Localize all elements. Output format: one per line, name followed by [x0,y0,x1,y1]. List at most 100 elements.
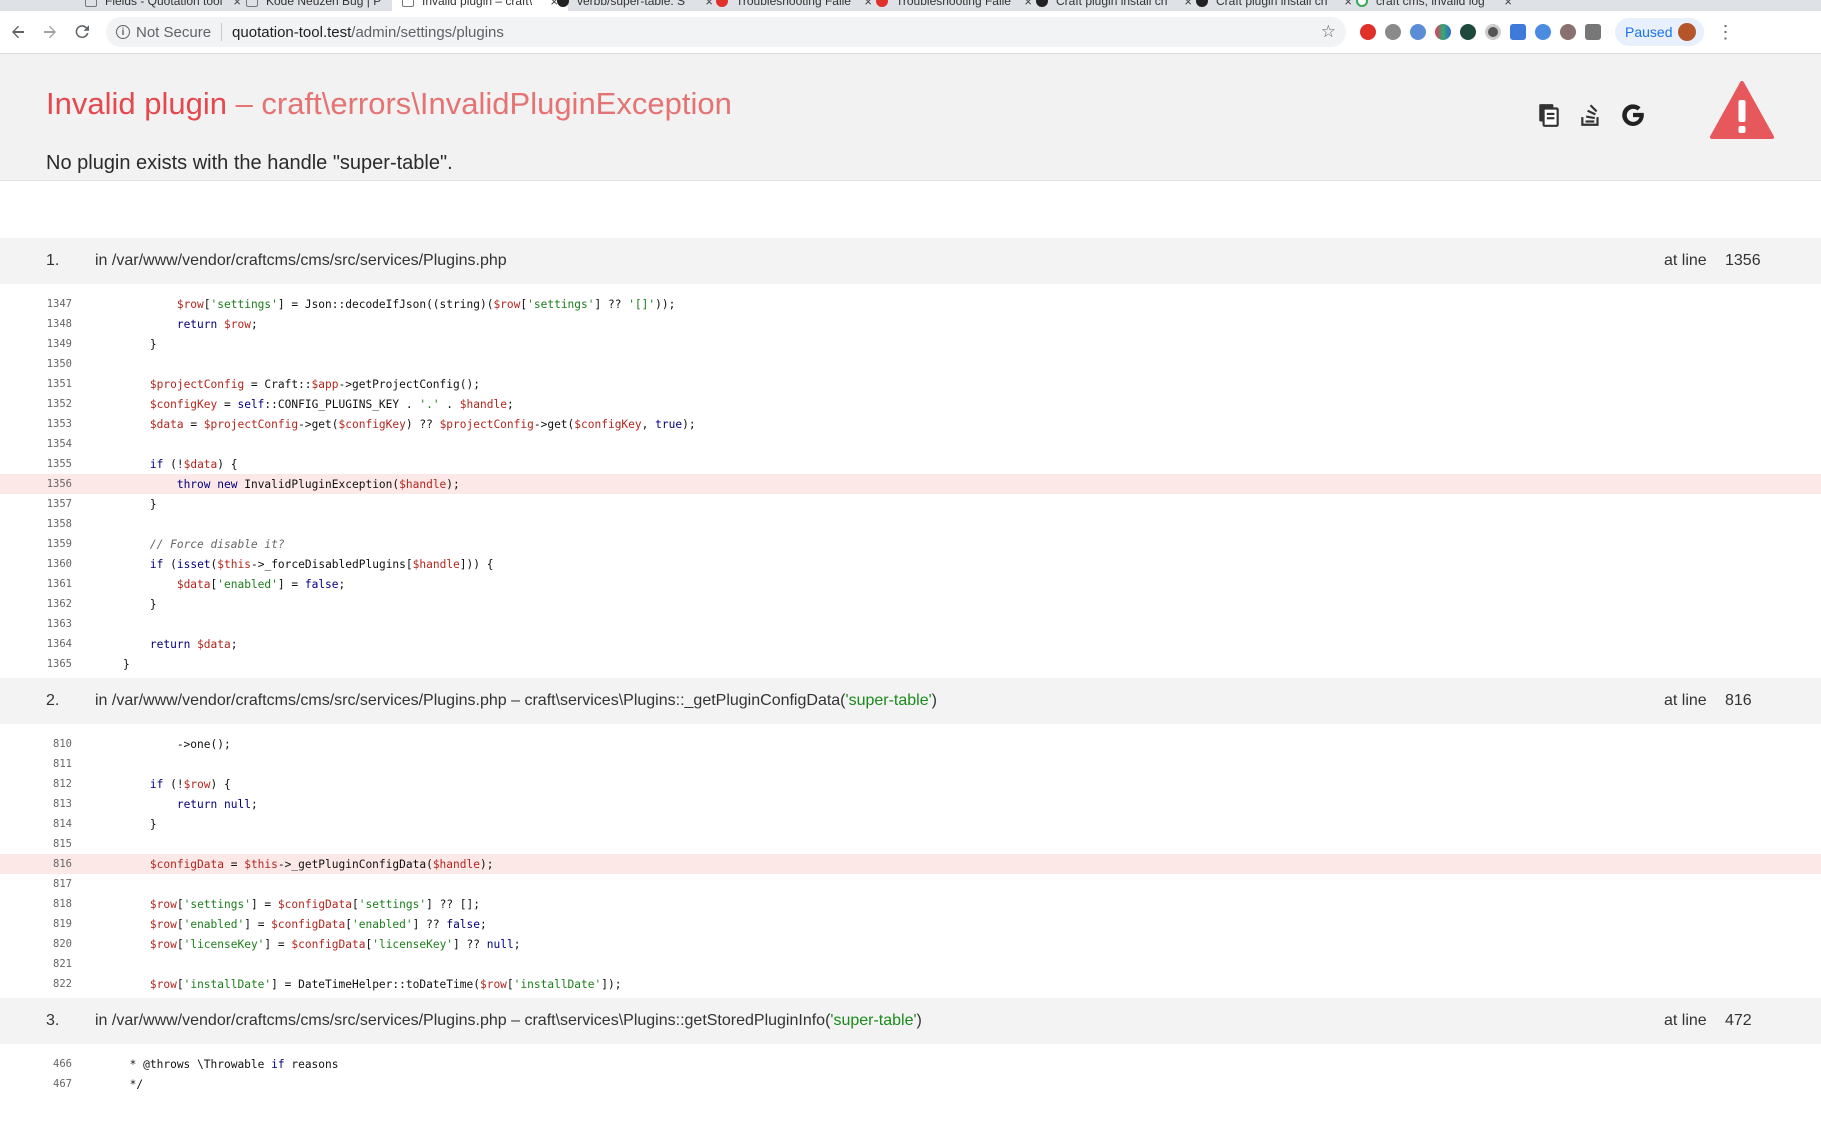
frame-file-path: in /var/www/vendor/craftcms/cms/src/serv… [95,252,507,269]
google-search-icon[interactable] [1620,102,1646,128]
browser-tab[interactable]: Invalid plugin – craft\ × [392,0,568,11]
camera-extension-icon[interactable] [1585,24,1601,40]
browser-tab[interactable]: Fields - Quotation tool × [75,0,251,11]
line-number: 816 [53,858,72,870]
gear-extension-icon[interactable] [1385,24,1401,40]
code-line: 817 [0,874,1821,894]
line-number: 1352 [46,398,72,410]
line-number: 1361 [46,578,72,590]
code-line: 1361 $data['enabled'] = false; [0,574,1821,594]
code-text: return null; [176,797,258,811]
line-number: 1360 [46,558,72,570]
code-text: } [96,597,157,611]
globe-extension-icon[interactable] [1535,24,1551,40]
shield-extension-icon[interactable] [1410,24,1426,40]
code-line: 467 */ [0,1074,1821,1094]
error-header: Invalid plugin – craft\errors\InvalidPlu… [0,54,1821,181]
close-tab-icon[interactable]: × [1504,0,1512,9]
browser-tab[interactable]: craft cms, invalid log × [1346,0,1522,11]
line-number: 466 [53,1058,72,1070]
line-number: 813 [53,798,72,810]
code-text: return $row; [176,317,258,331]
tab-title: Fields - Quotation tool [105,0,223,8]
profile-button[interactable]: Paused [1615,18,1705,46]
frame-location: in /var/www/vendor/craftcms/cms/src/serv… [95,1012,922,1030]
code-text: // Force disable it? [149,537,285,551]
frame-call: – craft\services\Plugins::getStoredPlugi… [506,1012,831,1029]
craft-icon [716,0,728,7]
dark-extension-icon[interactable] [1460,24,1476,40]
line-number: 1362 [46,598,72,610]
profile-label: Paused [1625,24,1673,40]
moon-extension-icon[interactable] [1485,24,1501,40]
code-line: 1349 } [0,334,1821,354]
code-line: 813 return null; [0,794,1821,814]
avatar [1678,23,1697,41]
back-button[interactable] [4,18,32,46]
line-number: 822 [53,978,72,990]
stack-frame-header[interactable]: 3. in /var/www/vendor/craftcms/cms/src/se… [0,998,1821,1044]
browser-tab[interactable]: Craft plugin install ch × [1186,0,1362,11]
browser-tab[interactable]: Troubleshooting Faile × [706,0,882,11]
code-text: return $data; [149,637,238,651]
line-number: 1354 [46,438,72,450]
copy-clipboard-icon[interactable] [1536,102,1562,128]
code-line: 814 } [0,814,1821,834]
google-icon [1356,0,1368,7]
browser-menu-icon[interactable]: ⋮ [1716,22,1734,43]
code-snippet: 1347 $row['settings'] = Json::decodeIfJs… [0,284,1821,678]
tab-title: Craft plugin install ch [1056,0,1168,8]
arrow-left-icon [12,25,24,39]
call-stack: 1. in /var/www/vendor/craftcms/cms/src/se… [0,238,1821,1098]
craft-icon [876,0,888,7]
bookmark-star-icon[interactable]: ☆ [1321,22,1336,42]
reload-button[interactable] [68,18,96,46]
browser-tab[interactable]: Kode Neuzen Bug | P× [236,0,412,11]
frame-line-number: 472 [1725,1012,1752,1029]
info-icon[interactable]: i [116,25,130,39]
browser-tab[interactable]: Troubleshooting Faile × [866,0,1042,11]
tag-extension-icon[interactable] [1510,24,1526,40]
line-number: 817 [53,878,72,890]
code-text: } [96,337,157,351]
stack-frame-header[interactable]: 2. in /var/www/vendor/craftcms/cms/src/se… [0,678,1821,724]
code-line: 1351 $projectConfig = Craft::$app->getPr… [0,374,1821,394]
line-number: 820 [53,938,72,950]
tab-title: Craft plugin install ch [1216,0,1328,8]
circle-extension-icon[interactable] [1560,24,1576,40]
code-line: 466 * @throws \Throwable if reasons [0,1054,1821,1074]
browser-tab[interactable]: Craft plugin install ch × [1026,0,1202,11]
adblock-extension-icon[interactable] [1360,24,1376,40]
code-line: 1365 } [0,654,1821,674]
line-number: 1350 [46,358,72,370]
line-number: 1359 [46,538,72,550]
reload-icon [75,25,89,39]
frame-location: in /var/www/vendor/craftcms/cms/src/serv… [95,252,507,270]
document-icon [246,0,258,7]
github-icon [1196,0,1208,7]
forward-button[interactable] [36,18,64,46]
code-line: 822 $row['installDate'] = DateTimeHelper… [0,974,1821,994]
code-line: 821 [0,954,1821,974]
rainbow-extension-icon[interactable] [1435,24,1451,40]
highlighted-code-line: 1356 throw new InvalidPluginException($h… [0,474,1821,494]
stack-frame-header[interactable]: 1. in /var/www/vendor/craftcms/cms/src/se… [0,238,1821,284]
code-line: 818 $row['settings'] = $configData['sett… [0,894,1821,914]
stack-overflow-icon[interactable] [1578,102,1604,128]
browser-tab[interactable]: verbb/super-table: S × [547,0,723,11]
line-number: 818 [53,898,72,910]
tab-strip: Fields - Quotation tool × Kode Neuzen Bug … [0,0,1821,11]
code-text: throw new InvalidPluginException($handle… [176,477,460,491]
url-path: /admin/settings/plugins [351,23,504,41]
code-line: 819 $row['enabled'] = $configData['enabl… [0,914,1821,934]
code-text: $configData = $this->_getPluginConfigDat… [149,857,494,871]
code-line: 815 [0,834,1821,854]
frame-call-close: ) [916,1012,922,1029]
line-number: 1351 [46,378,72,390]
omnibox-divider [221,23,223,41]
tab-title: Troubleshooting Faile [736,0,851,8]
tab-title: verbb/super-table: S [577,0,686,8]
address-bar[interactable]: i Not Secure quotation-tool.test/admin/s… [106,17,1346,47]
at-line-label: at line [1664,252,1707,269]
line-number: 1364 [46,638,72,650]
